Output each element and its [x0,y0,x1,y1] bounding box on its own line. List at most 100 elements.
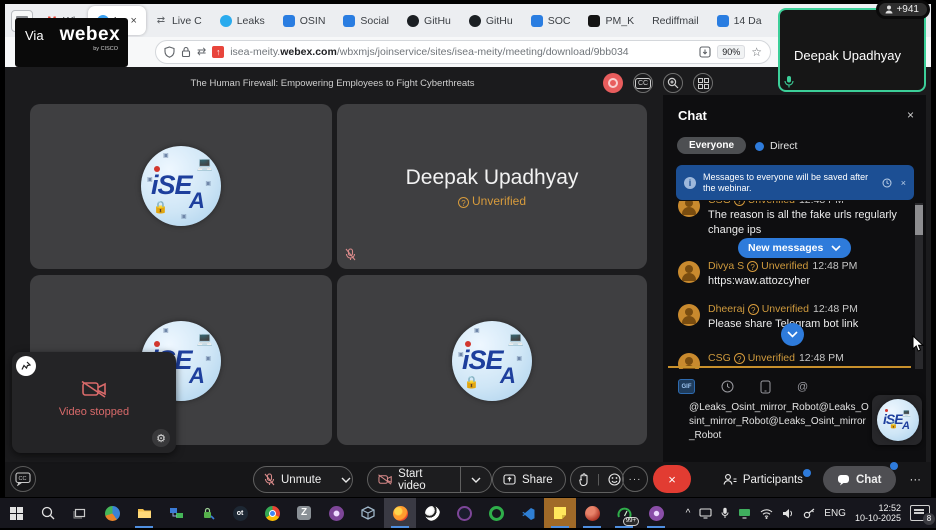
more-options-button[interactable]: ··· [622,466,648,492]
active-speaker-overlay[interactable]: +941 Deepak Upadhyay [778,8,926,92]
red-sphere-app-icon[interactable] [576,498,608,528]
football-app-icon[interactable] [416,498,448,528]
task-view-button[interactable] [64,498,96,528]
system-monitor-app-icon[interactable]: 99+ [608,498,640,528]
tab-close-icon[interactable]: × [131,15,137,27]
captions-button[interactable]: CC [633,73,653,93]
virtualbox-icon[interactable] [352,498,384,528]
video-options-button[interactable] [461,467,491,492]
fox-ring-app-icon[interactable] [448,498,480,528]
chat-message[interactable]: CSG ?Unverified12:48 PM [663,352,913,364]
tor-browser-icon[interactable] [320,498,352,528]
tab-live[interactable]: ⇄Live C [146,8,211,34]
tab-pmk[interactable]: PM_K [579,8,643,34]
taskbar-search-button[interactable] [32,498,64,528]
tray-expand-icon[interactable]: ^ [686,508,691,519]
pie-chart-app-icon[interactable] [96,498,128,528]
tray-volume-icon[interactable] [782,508,794,519]
record-indicator-icon[interactable] [603,73,623,93]
remote-desktop-app-icon[interactable] [160,498,192,528]
speaker-name: Deepak Upadhyay [794,48,901,63]
chat-close-icon[interactable]: × [907,108,914,122]
chat-scrollbar-thumb[interactable] [915,205,923,235]
sticky-notes-icon[interactable] [544,498,576,528]
container-tabs-icon[interactable]: ⇄ [197,47,206,58]
url-text[interactable]: isea-meity.webex.com/wbxmjs/joinservice/… [230,46,693,58]
tab-github-2[interactable]: GitHu [460,8,522,34]
tray-cast-icon[interactable] [738,508,751,519]
mention-icon[interactable]: @ [797,381,808,393]
tab-everyone[interactable]: Everyone [677,137,746,154]
shield-icon[interactable] [164,46,175,58]
leave-meeting-button[interactable]: × [653,465,691,493]
device-icon[interactable] [760,380,771,394]
tab-leaks[interactable]: Leaks [211,8,274,34]
tab-osint[interactable]: OSIN [274,8,335,34]
url-bar[interactable]: ⇄ ↑ isea-meity.webex.com/wbxmjs/joinserv… [155,40,771,64]
layout-button[interactable] [693,73,713,93]
chrome-icon[interactable] [256,498,288,528]
zoom-level-badge[interactable]: 90% [717,45,745,59]
firefox-icon[interactable] [384,498,416,528]
ot-app-icon[interactable]: ot [224,498,256,528]
audio-options-button[interactable] [331,467,361,492]
save-page-icon[interactable] [699,46,711,58]
banner-close-icon[interactable]: × [901,178,906,188]
telegram-icon [220,15,232,27]
tab-social[interactable]: Social [334,8,398,34]
tab-soc[interactable]: SOC [522,8,580,34]
question-icon: ? [734,201,745,206]
language-indicator[interactable]: ENG [824,508,846,519]
message-time: 12:48 PM [812,260,857,272]
tor-browser-2-icon[interactable] [640,498,672,528]
new-messages-button[interactable]: New messages [738,238,851,258]
zoom-in-button[interactable] [663,73,683,93]
chat-message[interactable]: Divya S ?Unverified12:48 PM https:waw.at… [663,260,913,289]
tray-mic-icon[interactable] [721,507,729,519]
self-view-video-stopped[interactable]: Video stopped ⚙ [12,352,176,453]
lock-icon[interactable] [181,46,191,58]
scroll-to-latest-button[interactable] [781,323,804,346]
tray-wifi-icon[interactable] [760,508,773,519]
start-video-button[interactable]: Start video [368,467,460,492]
tab-direct[interactable]: Direct [755,140,797,152]
isea-logo: ▣▣▣ iSEA 💻 🔒 [452,321,532,401]
start-button[interactable] [0,498,32,528]
bookmark-star-icon[interactable]: ☆ [751,45,762,59]
chat-input[interactable]: @Leaks_Osint_mirror_Robot@Leaks_Osint_mi… [689,401,871,443]
pin-icon[interactable] [16,356,36,376]
share-button[interactable]: Share [492,466,566,493]
gif-icon[interactable]: GIF [678,379,695,394]
tab-14da[interactable]: 14 Da [708,8,771,34]
secure-network-app-icon[interactable] [192,498,224,528]
tray-key-icon[interactable] [803,508,815,519]
notification-center-icon[interactable]: 8 [910,505,930,521]
chat-toggle-button[interactable]: Chat [823,466,896,493]
chat-message[interactable]: CSG ?Unverified12:48 PM The reason is al… [663,201,913,238]
gear-icon[interactable]: ⚙ [152,429,170,447]
message-header: Divya S ?Unverified12:48 PM [708,260,913,272]
z-app-icon[interactable]: Z [288,498,320,528]
green-ring-app-icon[interactable] [480,498,512,528]
github-icon [407,15,419,27]
video-tile-speaker[interactable]: Deepak Upadhyay ?Unverified [337,104,647,269]
tray-display-icon[interactable] [699,508,712,519]
captions-toggle-button[interactable]: CC [10,466,36,492]
right-more-options-button[interactable]: ··· [910,474,922,486]
participants-button[interactable]: Participants [723,473,809,486]
unmute-button[interactable]: Unmute [254,467,331,492]
cube-icon [361,506,375,520]
taskbar-clock[interactable]: 12:52 10-10-2025 [855,503,901,523]
raise-hand-icon[interactable] [579,473,589,486]
file-explorer-icon[interactable] [128,498,160,528]
video-tile-4[interactable]: ▣▣▣ iSEA 💻 🔒 [337,275,647,445]
timer-icon[interactable] [882,178,892,188]
vscode-icon[interactable] [512,498,544,528]
tab-rediffmail[interactable]: Rediffmail [643,8,708,34]
video-tile-1[interactable]: ▣▣▣▣ iSEA 💻 🔒 [30,104,332,269]
history-icon[interactable] [721,380,734,393]
floating-video-thumbnail[interactable]: iSEA 💻 🔒 [872,395,922,445]
extension-icon[interactable]: ↑ [212,46,224,58]
tab-github-1[interactable]: GitHu [398,8,460,34]
emoji-icon[interactable] [608,473,621,486]
